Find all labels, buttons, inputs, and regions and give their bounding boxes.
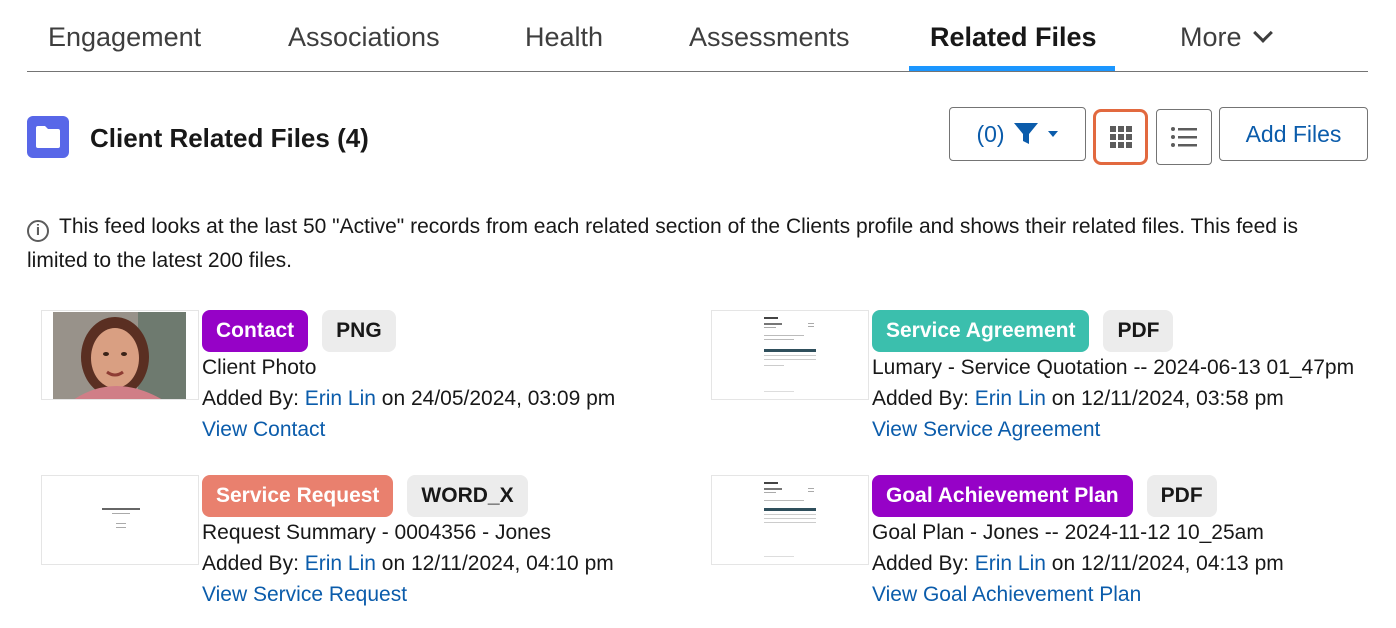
tab-more-label: More <box>1180 22 1242 52</box>
view-record-link[interactable]: View Service Request <box>202 579 702 610</box>
active-tab-indicator <box>909 66 1115 71</box>
file-type-badge: PDF <box>1103 310 1174 352</box>
file-type-badge: PDF <box>1146 475 1217 517</box>
tab-associations[interactable]: Associations <box>288 22 440 53</box>
file-thumbnail[interactable] <box>41 475 199 565</box>
filter-button[interactable]: (0) <box>949 107 1086 161</box>
added-by-prefix: Added By: <box>202 552 305 575</box>
added-by-line: Added By: Erin Lin on 24/05/2024, 03:09 … <box>202 383 702 414</box>
added-by-line: Added By: Erin Lin on 12/11/2024, 03:58 … <box>872 383 1372 414</box>
file-card: Service Agreement PDF Lumary - Service Q… <box>711 310 1371 460</box>
view-record-link[interactable]: View Goal Achievement Plan <box>872 579 1372 610</box>
grid-view-icon <box>1109 126 1132 148</box>
tab-assessments[interactable]: Assessments <box>689 22 850 53</box>
added-on-date: on 12/11/2024, 04:13 pm <box>1045 552 1284 575</box>
file-thumbnail[interactable] <box>711 310 869 400</box>
file-type-badge: PNG <box>322 310 396 352</box>
pdf-preview-image <box>764 317 816 392</box>
page-title: Client Related Files (4) <box>90 123 369 153</box>
file-type-badge: WORD_X <box>407 475 528 517</box>
client-photo-image <box>53 312 186 399</box>
info-text: This feed looks at the last 50 "Active" … <box>27 215 1298 272</box>
file-name: Lumary - Service Quotation -- 2024-06-13… <box>872 356 1355 379</box>
filter-count: (0) <box>976 120 1005 147</box>
added-by-prefix: Added By: <box>202 387 305 410</box>
added-on-date: on 12/11/2024, 03:58 pm <box>1045 387 1284 410</box>
info-message: i This feed looks at the last 50 "Active"… <box>27 210 1357 278</box>
file-card: Contact PNG Client Photo Added By: Erin … <box>41 310 701 460</box>
list-view-button[interactable] <box>1156 109 1212 165</box>
chevron-down-icon <box>1252 23 1273 43</box>
file-thumbnail[interactable] <box>41 310 199 400</box>
added-by-user-link[interactable]: Erin Lin <box>305 552 376 575</box>
view-record-link[interactable]: View Service Agreement <box>872 414 1372 445</box>
file-thumbnail[interactable] <box>711 475 869 565</box>
added-by-prefix: Added By: <box>872 387 975 410</box>
file-card: Service Request WORD_X Request Summary -… <box>41 475 701 625</box>
tab-related-files[interactable]: Related Files <box>930 22 1097 53</box>
tab-health[interactable]: Health <box>525 22 603 53</box>
pdf-preview-image <box>764 482 816 557</box>
added-by-line: Added By: Erin Lin on 12/11/2024, 04:10 … <box>202 548 702 579</box>
file-name: Goal Plan - Jones -- 2024-11-12 10_25am <box>872 521 1264 544</box>
view-record-link[interactable]: View Contact <box>202 414 702 445</box>
add-files-button[interactable]: Add Files <box>1219 107 1368 161</box>
added-by-prefix: Added By: <box>872 552 975 575</box>
added-by-user-link[interactable]: Erin Lin <box>305 387 376 410</box>
file-card: Goal Achievement Plan PDF Goal Plan - Jo… <box>711 475 1371 625</box>
word-preview-image <box>102 508 140 528</box>
added-by-user-link[interactable]: Erin Lin <box>975 387 1046 410</box>
tab-engagement[interactable]: Engagement <box>48 22 201 53</box>
tab-bar: Engagement Associations Health Assessmen… <box>27 0 1368 72</box>
category-badge: Service Request <box>202 475 394 517</box>
added-on-date: on 12/11/2024, 04:10 pm <box>375 552 614 575</box>
info-icon: i <box>27 220 49 242</box>
file-name: Request Summary - 0004356 - Jones <box>202 521 552 544</box>
added-by-user-link[interactable]: Erin Lin <box>975 552 1046 575</box>
category-badge: Contact <box>202 310 309 352</box>
grid-view-button[interactable] <box>1093 109 1148 165</box>
folder-icon <box>27 116 69 158</box>
added-on-date: on 24/05/2024, 03:09 pm <box>375 387 616 410</box>
category-badge: Goal Achievement Plan <box>872 475 1133 517</box>
added-by-line: Added By: Erin Lin on 12/11/2024, 04:13 … <box>872 548 1372 579</box>
file-name: Client Photo <box>202 356 317 379</box>
caret-down-icon <box>1047 131 1058 137</box>
category-badge: Service Agreement <box>872 310 1090 352</box>
filter-icon <box>1013 123 1038 144</box>
list-view-icon <box>1171 127 1197 147</box>
tab-more[interactable]: More <box>1180 22 1273 53</box>
